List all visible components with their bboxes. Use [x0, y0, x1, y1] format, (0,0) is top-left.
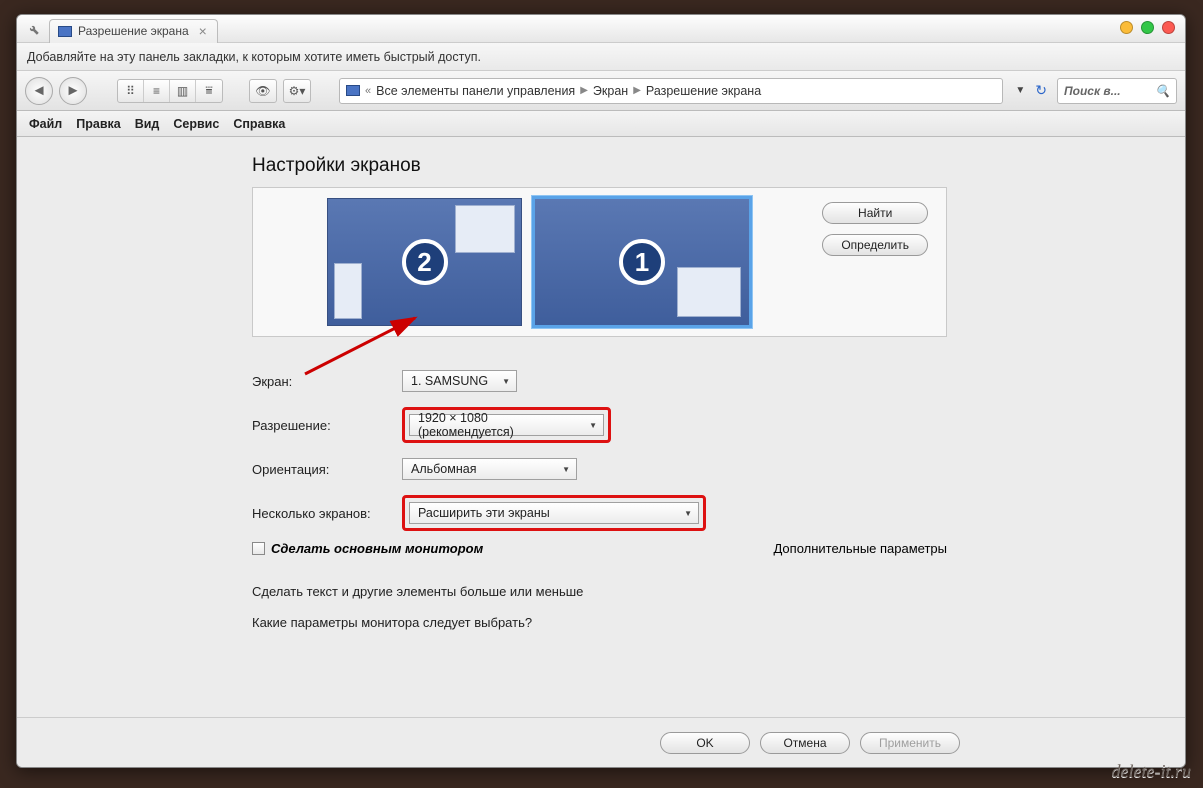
highlight-annotation: Расширить эти экраны — [402, 495, 706, 531]
display-arrangement[interactable]: 2 1 Найти Определить — [252, 187, 947, 337]
dialog-footer: OK Отмена Применить — [17, 717, 1185, 767]
monitor-number: 1 — [619, 239, 665, 285]
menu-service[interactable]: Сервис — [173, 117, 219, 131]
titlebar: Разрешение экрана × — [17, 15, 1185, 43]
make-main-label: Сделать основным монитором — [271, 541, 483, 556]
bookmark-hint: Добавляйте на эту панель закладки, к кот… — [27, 50, 481, 64]
browser-window: Разрешение экрана × Добавляйте на эту па… — [16, 14, 1186, 768]
screen-label: Экран: — [252, 374, 402, 389]
monitor-2[interactable]: 2 — [327, 198, 522, 326]
multiple-displays-select[interactable]: Расширить эти экраны — [409, 502, 699, 524]
back-button[interactable]: ◄ — [25, 77, 53, 105]
watermark: delete-it.ru — [1112, 761, 1191, 782]
view-columns-icon[interactable]: ▥ — [170, 80, 196, 102]
menu-file[interactable]: Файл — [29, 117, 62, 131]
settings-form: Экран: 1. SAMSUNG Разрешение: 1920 × 108… — [252, 359, 1185, 630]
resolution-label: Разрешение: — [252, 418, 402, 433]
breadcrumb-item[interactable]: Экран — [593, 84, 628, 98]
close-icon[interactable]: × — [199, 23, 207, 39]
browser-tab[interactable]: Разрешение экрана × — [49, 19, 218, 43]
find-button[interactable]: Найти — [822, 202, 928, 224]
dropdown-icon[interactable]: ▼ — [1015, 85, 1025, 96]
view-mode-group: ⠿ ≡ ▥ ⩸ — [117, 79, 223, 103]
view-icons-icon[interactable]: ⠿ — [118, 80, 144, 102]
quicklook-button[interactable]: 👁 — [249, 79, 277, 103]
page-title: Настройки экранов — [252, 155, 1185, 177]
monitor-icon — [58, 26, 72, 37]
chevron-right-icon: ▶ — [633, 85, 641, 96]
search-input[interactable]: Поиск в... 🔍 — [1057, 78, 1177, 104]
screen-select[interactable]: 1. SAMSUNG — [402, 370, 517, 392]
orientation-select[interactable]: Альбомная — [402, 458, 577, 480]
breadcrumb-item[interactable]: Разрешение экрана — [646, 84, 761, 98]
content-area: Настройки экранов 2 1 Найти Определить — [17, 137, 1185, 717]
menu-edit[interactable]: Правка — [76, 117, 120, 131]
bookmark-bar: Добавляйте на эту панель закладки, к кот… — [17, 43, 1185, 71]
minimize-button[interactable] — [1120, 21, 1133, 34]
breadcrumb-item[interactable]: Все элементы панели управления — [376, 84, 575, 98]
monitor-icon — [346, 85, 360, 96]
forward-button[interactable]: ► — [59, 77, 87, 105]
monitor-number: 2 — [402, 239, 448, 285]
refresh-icon[interactable]: ↻ — [1035, 82, 1047, 99]
wrench-icon[interactable] — [23, 20, 41, 38]
highlight-annotation: 1920 × 1080 (рекомендуется) — [402, 407, 611, 443]
cancel-button[interactable]: Отмена — [760, 732, 850, 754]
detect-button[interactable]: Определить — [822, 234, 928, 256]
orientation-label: Ориентация: — [252, 462, 402, 477]
make-main-checkbox[interactable] — [252, 542, 265, 555]
window-thumb — [334, 263, 362, 319]
resolution-select[interactable]: 1920 × 1080 (рекомендуется) — [409, 414, 604, 436]
monitor-1-selected[interactable]: 1 — [532, 196, 752, 328]
advanced-settings-link[interactable]: Дополнительные параметры — [773, 541, 947, 556]
menubar: Файл Правка Вид Сервис Справка — [17, 111, 1185, 137]
close-button[interactable] — [1162, 21, 1175, 34]
action-button[interactable]: ⚙▾ — [283, 79, 311, 103]
tab-title: Разрешение экрана — [78, 24, 189, 38]
apply-button[interactable]: Применить — [860, 732, 960, 754]
toolbar: ◄ ► ⠿ ≡ ▥ ⩸ 👁 ⚙▾ « Все элементы панели у… — [17, 71, 1185, 111]
view-list-icon[interactable]: ≡ — [144, 80, 170, 102]
which-settings-link[interactable]: Какие параметры монитора следует выбрать… — [252, 615, 1185, 630]
view-coverflow-icon[interactable]: ⩸ — [196, 80, 222, 102]
search-icon: 🔍 — [1155, 84, 1170, 98]
window-controls — [1120, 21, 1175, 34]
text-size-link[interactable]: Сделать текст и другие элементы больше и… — [252, 584, 1185, 599]
multiple-displays-label: Несколько экранов: — [252, 506, 402, 521]
window-thumb — [455, 205, 515, 253]
ok-button[interactable]: OK — [660, 732, 750, 754]
menu-help[interactable]: Справка — [233, 117, 285, 131]
maximize-button[interactable] — [1141, 21, 1154, 34]
chevron-right-icon: ▶ — [580, 85, 588, 96]
search-placeholder: Поиск в... — [1064, 84, 1121, 98]
breadcrumb[interactable]: « Все элементы панели управления ▶ Экран… — [339, 78, 1003, 104]
menu-view[interactable]: Вид — [135, 117, 160, 131]
window-thumb — [677, 267, 741, 317]
